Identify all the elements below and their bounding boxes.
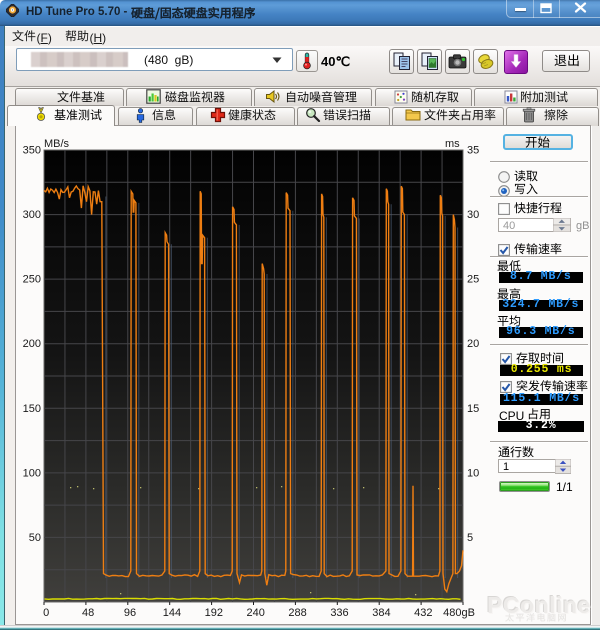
svg-text:96: 96	[124, 607, 136, 619]
svg-text:250: 250	[23, 274, 41, 286]
svg-text:25: 25	[467, 274, 479, 286]
svg-text:384: 384	[372, 607, 390, 619]
svg-text:336: 336	[330, 607, 348, 619]
svg-text:20: 20	[467, 338, 479, 350]
svg-text:100: 100	[23, 467, 41, 479]
svg-text:300: 300	[23, 209, 41, 221]
svg-text:200: 200	[23, 338, 41, 350]
svg-text:144: 144	[163, 607, 181, 619]
svg-text:480gB: 480gB	[443, 607, 475, 619]
svg-text:ms: ms	[445, 138, 460, 150]
svg-text:150: 150	[23, 403, 41, 415]
svg-text:30: 30	[467, 209, 479, 221]
svg-text:350: 350	[23, 145, 41, 157]
svg-text:288: 288	[288, 607, 306, 619]
svg-text:15: 15	[467, 403, 479, 415]
svg-text:432: 432	[414, 607, 432, 619]
svg-text:0: 0	[43, 607, 49, 619]
svg-text:10: 10	[467, 467, 479, 479]
svg-text:192: 192	[205, 607, 223, 619]
svg-text:5: 5	[467, 532, 473, 544]
svg-text:35: 35	[467, 145, 479, 157]
svg-text:50: 50	[29, 532, 41, 544]
svg-text:48: 48	[82, 607, 94, 619]
svg-text:240: 240	[247, 607, 265, 619]
svg-text:MB/s: MB/s	[44, 138, 70, 150]
